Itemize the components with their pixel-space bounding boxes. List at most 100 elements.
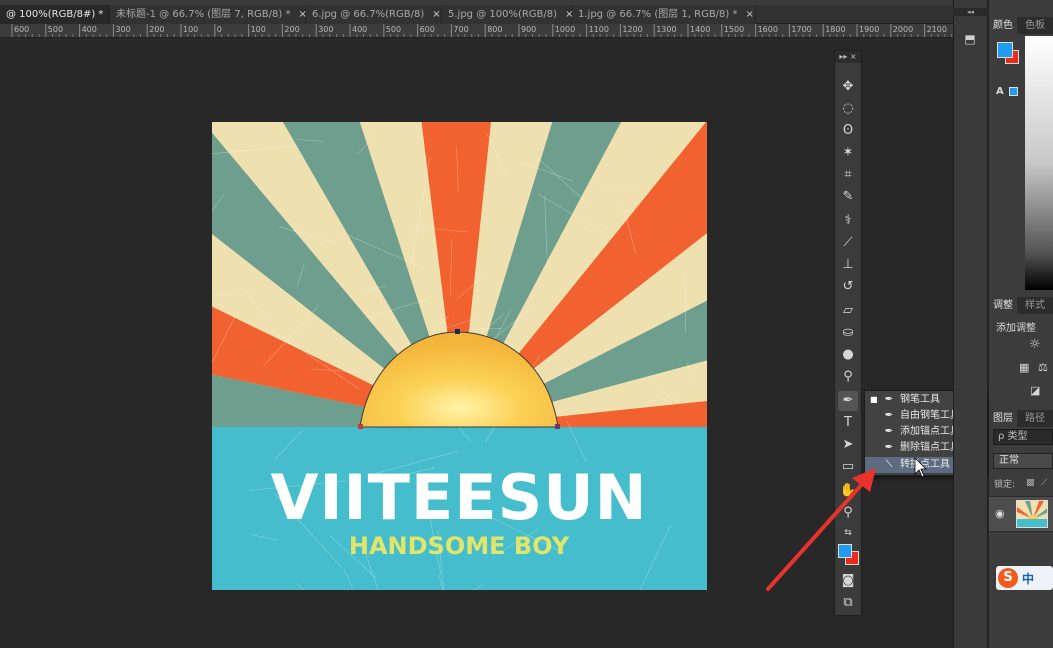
quick-mask-icon[interactable]: ◙: [838, 571, 858, 591]
ruler-label: 100: [183, 25, 199, 34]
tab-6-jpg[interactable]: 6.jpg @ 66.7%(RGB/8) ×: [306, 5, 442, 24]
photo-filter-adjustment-icon[interactable]: ◪: [1030, 384, 1040, 397]
artwork: VIITEESUN HANDSOME BOY: [212, 122, 707, 590]
document-canvas[interactable]: VIITEESUN HANDSOME BOY: [212, 122, 707, 590]
add-anchor-icon: ✒: [884, 426, 894, 437]
ime-toolbar[interactable]: S 中: [996, 566, 1053, 590]
magic-wand-tool-icon[interactable]: ✶: [838, 143, 858, 163]
collapsed-panel-dock: [953, 0, 988, 648]
ruler-label: 500: [385, 25, 402, 34]
artwork-title: VIITEESUN: [270, 461, 647, 534]
freeform-pen-icon: ✒: [884, 410, 894, 421]
ruler-label: 1600: [757, 25, 778, 34]
menu-item-label: 转换点工具: [900, 459, 950, 470]
swap-colors-icon[interactable]: ⇆: [838, 523, 858, 543]
tab-5-jpg[interactable]: 5.jpg @ 100%(RGB/8) ×: [442, 5, 573, 24]
path-selection-tool-icon[interactable]: ➤: [838, 435, 858, 455]
ruler-label: 1400: [690, 25, 711, 34]
ruler-label: 1000: [554, 25, 576, 34]
color-panel-tabs: 颜色 色板: [989, 17, 1053, 34]
type-tool-icon[interactable]: T: [838, 413, 858, 433]
dock-collapse-bar[interactable]: ◂◂: [953, 8, 988, 16]
levels-adjustment-icon[interactable]: ▦: [1019, 361, 1029, 374]
tab-swatches[interactable]: 色板: [1021, 17, 1049, 34]
convert-point-icon: ⟍: [885, 459, 893, 470]
add-adjustment-label: 添加调整: [996, 323, 1036, 334]
eyedropper-tool-icon[interactable]: ✎: [838, 187, 858, 207]
anchor-point-top[interactable]: [455, 329, 460, 334]
paint-bucket-tool-icon[interactable]: ⛀: [838, 323, 858, 343]
tab-label: 未标题-1 @ 66.7% (图层 7, RGB/8) *: [116, 9, 291, 20]
tools-panel: ▸▸ × ✥ ◌ ʘ ✶ ⌗ ✎ ⚕ ⟋ ⊥ ↺ ▱ ⛀ ● ⚲ ✒ T ➤ ▭…: [834, 50, 862, 616]
tab-color[interactable]: 颜色: [989, 17, 1017, 34]
panel-toggle-icon[interactable]: ⬒: [960, 30, 980, 48]
visibility-eye-icon[interactable]: ◉: [995, 507, 1005, 520]
tab-1-jpg[interactable]: 1.jpg @ 66.7% (图层 1, RGB/8) * ×: [572, 5, 756, 24]
pen-tool-icon[interactable]: ✒: [838, 391, 858, 411]
rectangle-tool-icon[interactable]: ▭: [838, 457, 858, 477]
layer-filter-search[interactable]: ρ 类型: [993, 429, 1053, 445]
ruler-label: 1700: [791, 25, 812, 34]
ruler-label: 2100: [926, 25, 947, 34]
screen-mode-icon[interactable]: ⧉: [838, 593, 858, 613]
text-color-icon[interactable]: A: [996, 86, 1004, 97]
photoshop-window: @ 100%(RGB/8#) *× 未标题-1 @ 66.7% (图层 7, R…: [0, 0, 1053, 648]
tab-layers[interactable]: 图层: [989, 410, 1017, 427]
toolbar-grip[interactable]: ▸▸ ×: [835, 51, 861, 63]
tab-paths[interactable]: 路径: [1021, 410, 1049, 427]
marquee-tool-icon[interactable]: ◌: [838, 99, 858, 119]
ruler-label: 1100: [588, 25, 609, 34]
adjustments-panel-tabs: 调整 样式: [989, 297, 1053, 314]
anchor-point-right[interactable]: [555, 424, 560, 429]
ruler-label: 200: [284, 25, 300, 34]
artwork-subtitle: HANDSOME BOY: [349, 532, 570, 560]
ruler-label: 1300: [656, 25, 677, 34]
lasso-tool-icon[interactable]: ʘ: [838, 121, 858, 141]
crop-tool-icon[interactable]: ⌗: [838, 165, 858, 185]
color-spectrum-field[interactable]: [1025, 36, 1053, 290]
tab-untitled-1[interactable]: 未标题-1 @ 66.7% (图层 7, RGB/8) * ×: [110, 5, 307, 24]
layer-thumbnail[interactable]: [1016, 500, 1048, 528]
clone-stamp-tool-icon[interactable]: ⊥: [838, 255, 858, 275]
tab-label: 1.jpg @ 66.7% (图层 1, RGB/8) *: [578, 9, 738, 20]
zoom-tool-icon[interactable]: ⚲: [838, 503, 858, 523]
menu-item-label: 添加锚点工具: [900, 426, 960, 437]
brush-tool-icon[interactable]: ⟋: [838, 233, 858, 253]
history-brush-tool-icon[interactable]: ↺: [838, 277, 858, 297]
thumbnail-art: [1017, 501, 1047, 527]
anchor-point-left[interactable]: [358, 424, 363, 429]
menu-item-label: 删除锚点工具: [900, 442, 960, 453]
foreground-color-swatch[interactable]: [838, 544, 852, 558]
ruler-label: 1900: [859, 25, 880, 34]
eraser-tool-icon[interactable]: ▱: [838, 301, 858, 321]
panel-foreground-swatch[interactable]: [997, 42, 1013, 58]
menu-item-label: 自由钢笔工具: [900, 410, 960, 421]
tab-adjustments[interactable]: 调整: [989, 297, 1017, 314]
tab-styles[interactable]: 样式: [1021, 297, 1049, 314]
sogou-logo-icon: S: [998, 568, 1018, 588]
lock-brush-icon[interactable]: ⟋: [1041, 478, 1047, 488]
ruler-label: 400: [81, 25, 97, 34]
lock-label: 锁定:: [994, 480, 1016, 490]
close-icon[interactable]: ×: [746, 9, 754, 20]
tab-label: 6.jpg @ 66.7%(RGB/8): [312, 9, 425, 20]
tab-document-active[interactable]: @ 100%(RGB/8#) *×: [0, 5, 120, 24]
ime-language-label[interactable]: 中: [1022, 570, 1034, 587]
healing-brush-tool-icon[interactable]: ⚕: [838, 211, 858, 231]
collapse-icon[interactable]: ◂◂: [967, 8, 974, 16]
ruler-label: 500: [47, 25, 64, 34]
ruler-label: 400: [352, 25, 368, 34]
blur-tool-icon[interactable]: ●: [838, 345, 858, 365]
blend-mode-select[interactable]: 正常: [993, 453, 1053, 469]
dodge-tool-icon[interactable]: ⚲: [838, 367, 858, 387]
menu-item-label: 钢笔工具: [900, 394, 940, 405]
brightness-adjustment-icon[interactable]: ☼: [1029, 337, 1041, 352]
ruler-label: 200: [149, 25, 165, 34]
close-icon[interactable]: ×: [432, 9, 440, 20]
lock-transparent-icon[interactable]: ▩: [1026, 478, 1035, 488]
tab-label: @ 100%(RGB/8#) *: [6, 9, 104, 20]
text-color-swatch[interactable]: [1009, 87, 1018, 96]
move-tool-icon[interactable]: ✥: [838, 77, 858, 97]
balance-adjustment-icon[interactable]: ⚖: [1038, 361, 1048, 374]
hand-tool-icon[interactable]: ✋: [838, 481, 858, 501]
